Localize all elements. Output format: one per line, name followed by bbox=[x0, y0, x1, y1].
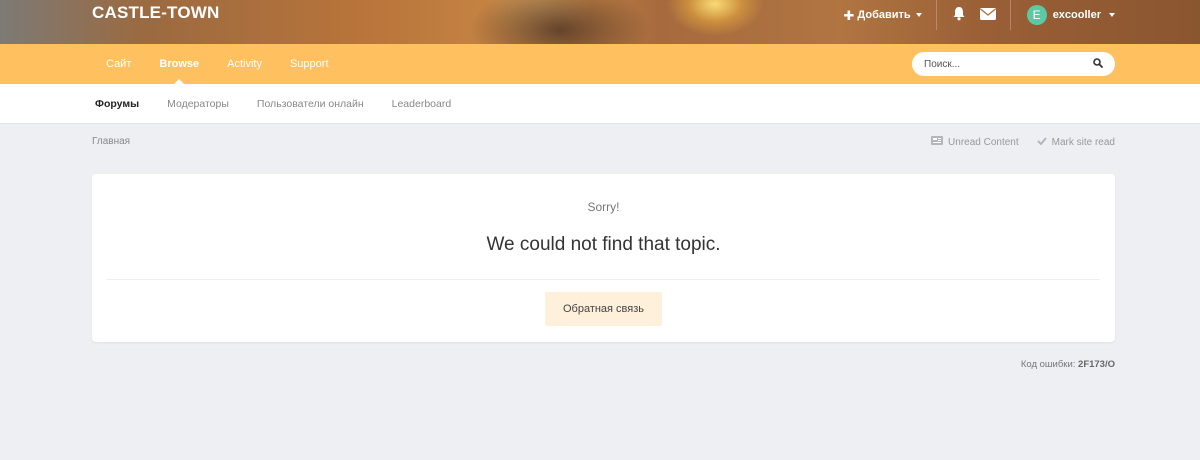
bell-icon[interactable] bbox=[952, 6, 966, 24]
tab-forums[interactable]: Форумы bbox=[95, 98, 139, 110]
error-code: Код ошибки: 2F173/O bbox=[1021, 359, 1115, 370]
unread-content-link[interactable]: Unread Content bbox=[931, 136, 1019, 148]
tab-online-users[interactable]: Пользователи онлайн bbox=[257, 98, 364, 110]
newspaper-icon bbox=[931, 136, 944, 148]
nav-item-support[interactable]: Support bbox=[276, 44, 343, 84]
search-box bbox=[912, 52, 1115, 76]
user-menu-button[interactable]: E excooller bbox=[1011, 5, 1115, 25]
caret-down-icon bbox=[915, 13, 922, 17]
envelope-icon[interactable] bbox=[979, 7, 996, 23]
check-icon bbox=[1036, 136, 1047, 148]
error-code-value: 2F173/O bbox=[1078, 359, 1115, 370]
avatar: E bbox=[1026, 5, 1047, 25]
user-bar: ✚ Добавить E excooller bbox=[844, 0, 1115, 30]
tab-moderators[interactable]: Модераторы bbox=[167, 98, 229, 110]
search-icon[interactable] bbox=[1093, 55, 1103, 73]
site-logo[interactable]: CASTLE-TOWN bbox=[92, 3, 219, 23]
nav-item-activity[interactable]: Activity bbox=[213, 44, 276, 84]
header-banner: CASTLE-TOWN ✚ Добавить E excooller bbox=[0, 0, 1200, 44]
mark-site-read-label: Mark site read bbox=[1051, 136, 1115, 148]
primary-nav: Сайт Browse Activity Support bbox=[0, 44, 1200, 84]
breadcrumb-home[interactable]: Главная bbox=[92, 136, 130, 147]
breadcrumb-actions: Unread Content Mark site read bbox=[931, 136, 1115, 148]
error-message: We could not find that topic. bbox=[486, 234, 721, 255]
secondary-nav: Форумы Модераторы Пользователи онлайн Le… bbox=[0, 84, 1200, 124]
mark-site-read-link[interactable]: Mark site read bbox=[1036, 136, 1115, 148]
add-menu-button[interactable]: ✚ Добавить bbox=[844, 9, 936, 22]
breadcrumb: Главная bbox=[92, 136, 130, 147]
error-sorry: Sorry! bbox=[587, 200, 620, 214]
unread-content-label: Unread Content bbox=[948, 136, 1019, 148]
nav-item-browse[interactable]: Browse bbox=[145, 44, 213, 84]
feedback-button[interactable]: Обратная связь bbox=[545, 292, 662, 326]
nav-item-site[interactable]: Сайт bbox=[92, 44, 145, 84]
plus-icon: ✚ bbox=[843, 7, 855, 23]
add-label: Добавить bbox=[857, 9, 911, 21]
caret-down-icon bbox=[1109, 13, 1115, 17]
error-code-label: Код ошибки: bbox=[1020, 359, 1076, 370]
tab-leaderboard[interactable]: Leaderboard bbox=[392, 98, 452, 110]
card-divider bbox=[107, 279, 1100, 280]
username: excooller bbox=[1052, 9, 1101, 21]
search-input[interactable] bbox=[924, 58, 1093, 70]
error-card: Sorry! We could not find that topic. Обр… bbox=[92, 174, 1115, 342]
